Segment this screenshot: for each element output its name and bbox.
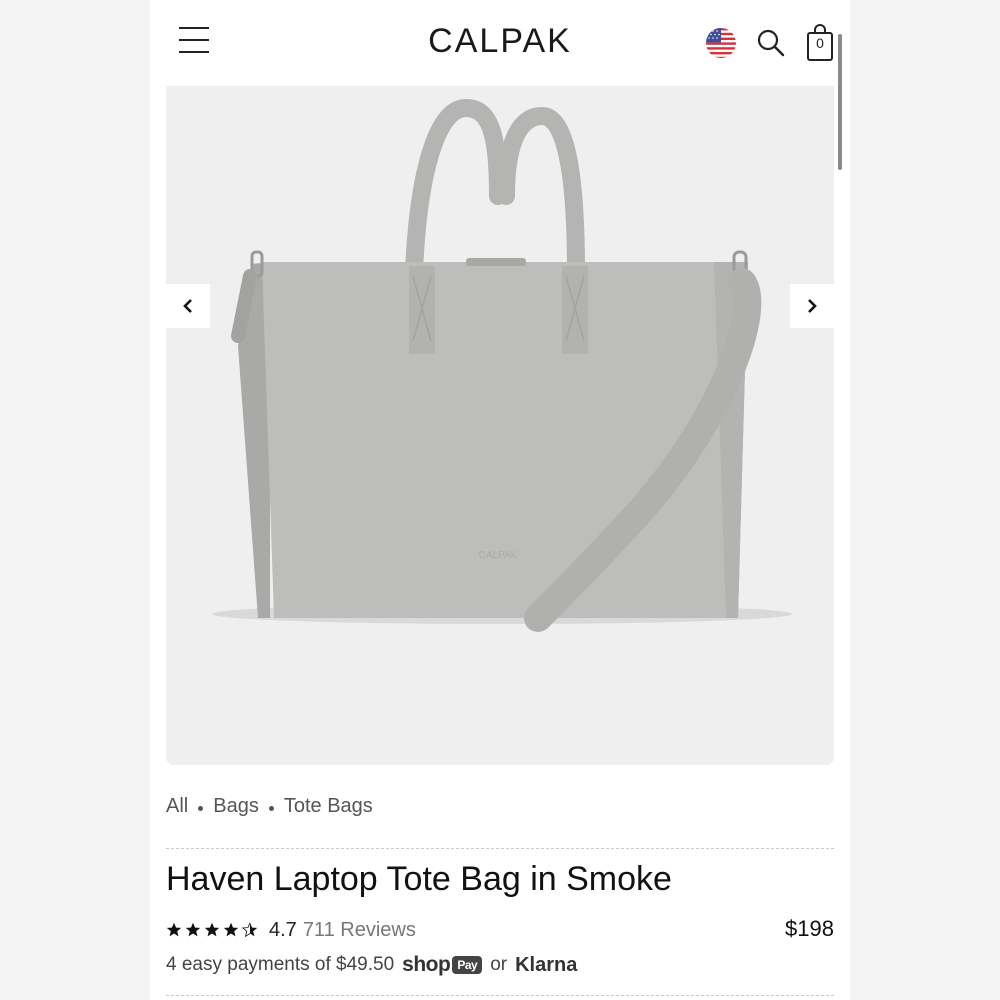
product-image-gallery: CALPAK — [166, 86, 834, 765]
rating-row: 4.7 711 Reviews — [166, 916, 416, 944]
breadcrumb-bags[interactable]: Bags — [213, 795, 259, 818]
star-rating — [166, 922, 261, 938]
search-icon[interactable] — [756, 28, 786, 58]
shop-pay-badge: Pay — [452, 956, 483, 974]
breadcrumb-separator — [198, 806, 204, 811]
site-logo[interactable]: CALPAK — [150, 22, 850, 61]
shop-pay-logo[interactable]: shop Pay — [402, 953, 483, 977]
site-header: CALPAK 0 — [150, 0, 850, 86]
gallery-next-button[interactable] — [790, 284, 834, 328]
divider — [166, 848, 834, 849]
breadcrumb: All Bags Tote Bags — [166, 795, 373, 818]
shopping-bag-icon[interactable]: 0 — [806, 24, 834, 62]
star-icon — [166, 922, 182, 937]
bag-logo-emboss: CALPAK — [479, 550, 518, 561]
breadcrumb-separator — [268, 806, 274, 811]
or-text: or — [490, 954, 508, 975]
rating-value: 4.7 — [269, 918, 297, 941]
cart-count: 0 — [816, 35, 824, 51]
product-price: $198 — [785, 916, 834, 941]
installments-row: 4 easy payments of $49.50 shop Pay or Kl… — [166, 950, 577, 980]
chevron-right-icon — [808, 299, 817, 313]
star-icon — [204, 922, 220, 937]
product-image: CALPAK — [212, 98, 792, 632]
reviews-link[interactable]: 711 Reviews — [303, 919, 416, 942]
product-page: CALPAK 0 CALPAK All Bags Tote Bags Haven… — [150, 0, 850, 1000]
gallery-prev-button[interactable] — [166, 284, 210, 328]
half-star-icon — [242, 922, 258, 938]
klarna-logo[interactable]: Klarna — [515, 954, 577, 977]
installments-text: 4 easy payments of $49.50 — [166, 954, 395, 975]
divider — [166, 995, 834, 996]
breadcrumb-all[interactable]: All — [166, 795, 188, 818]
breadcrumb-tote-bags[interactable]: Tote Bags — [284, 795, 373, 818]
scrollbar[interactable] — [838, 34, 842, 170]
product-title: Haven Laptop Tote Bag in Smoke — [166, 860, 672, 898]
shop-pay-shop-text: shop — [402, 953, 451, 976]
chevron-left-icon — [183, 299, 192, 313]
us-flag-icon[interactable] — [705, 27, 737, 59]
star-icon — [185, 922, 201, 937]
star-icon — [223, 922, 239, 937]
